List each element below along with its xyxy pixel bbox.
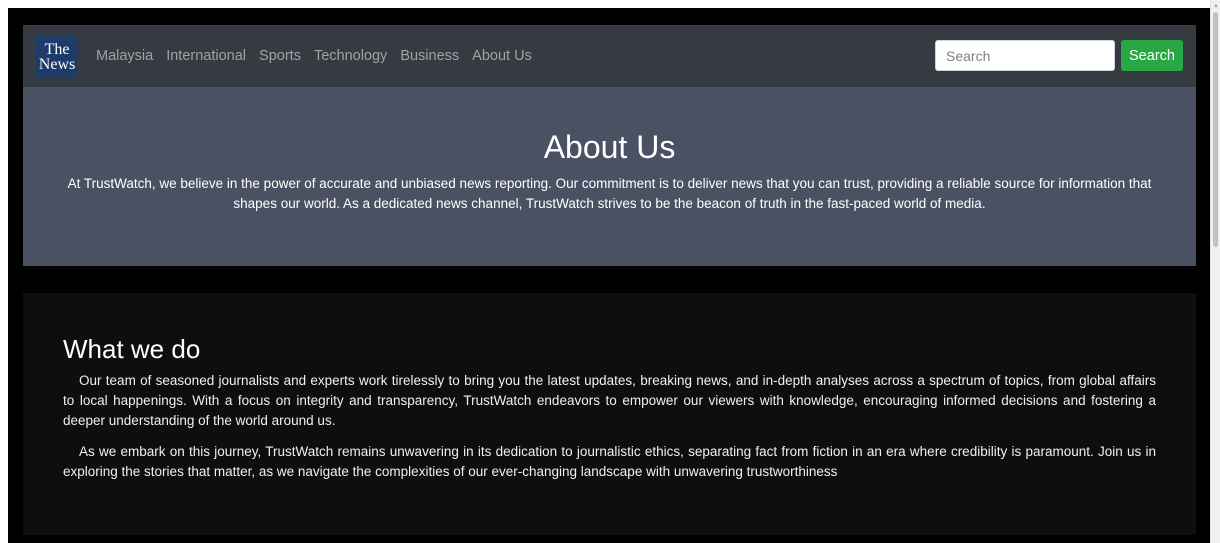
what-we-do-section: What we do Our team of seasoned journali… (23, 293, 1196, 535)
section-paragraph-1: Our team of seasoned journalists and exp… (63, 373, 1156, 428)
top-navbar: The News Malaysia International Sports T… (23, 25, 1196, 87)
logo-line-1: The (44, 41, 70, 58)
scrollbar-thumb[interactable] (1213, 12, 1218, 247)
page-title: About Us (543, 129, 676, 165)
nav-link-about-us[interactable]: About Us (472, 48, 532, 64)
nav-link-technology[interactable]: Technology (314, 48, 387, 64)
nav-link-sports[interactable]: Sports (259, 48, 301, 64)
nav-link-international[interactable]: International (166, 48, 246, 64)
hero-description: At TrustWatch, we believe in the power o… (67, 176, 1152, 211)
section-paragraph-2: As we embark on this journey, TrustWatch… (63, 444, 1156, 479)
nav-link-malaysia[interactable]: Malaysia (96, 48, 153, 64)
search-button[interactable]: Search (1121, 40, 1183, 71)
page-viewport: The News Malaysia International Sports T… (8, 8, 1210, 543)
vertical-scrollbar[interactable]: ▲ (1210, 0, 1220, 543)
about-hero: About Us At TrustWatch, we believe in th… (23, 87, 1196, 266)
nav-links: Malaysia International Sports Technology… (96, 25, 545, 87)
search-input[interactable] (935, 40, 1115, 71)
scroll-up-arrow-icon[interactable]: ▲ (1213, 3, 1219, 9)
section-title: What we do (63, 334, 201, 364)
nav-link-business[interactable]: Business (400, 48, 459, 64)
logo-line-2: News (38, 56, 76, 73)
site-logo[interactable]: The News (36, 36, 78, 77)
